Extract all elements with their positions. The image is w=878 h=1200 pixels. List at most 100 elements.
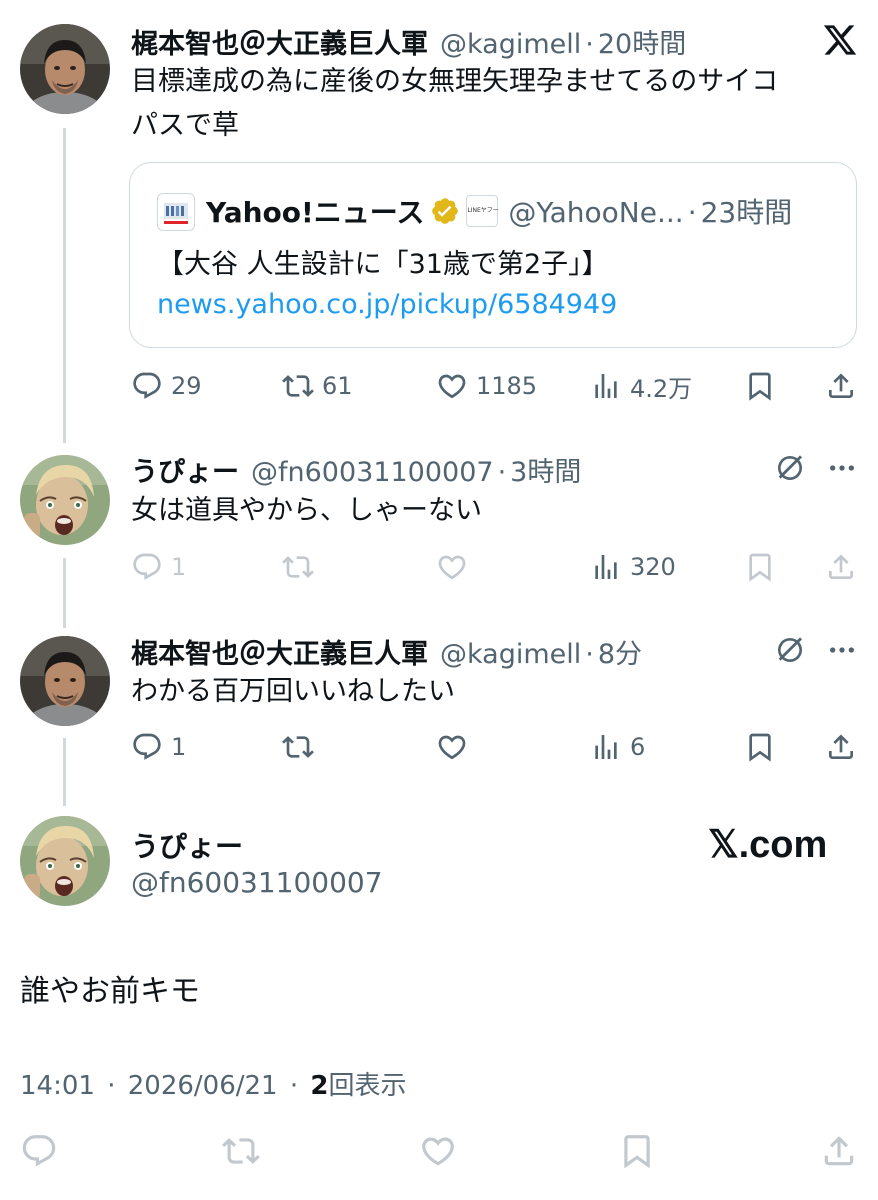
views-count: 2 <box>310 1071 329 1101</box>
tweet-text: わかる百万回いいねしたい <box>131 676 455 707</box>
like-icon <box>436 370 468 402</box>
handle[interactable]: @kagimell <box>440 639 581 670</box>
tweet-text-line: 目標達成の為に産後の女無理矢理孕ませてるのサイコ <box>131 66 779 97</box>
reply-button[interactable]: 1 <box>131 729 186 765</box>
tweet-date[interactable]: 2026/06/21 <box>128 1071 278 1101</box>
thread-line <box>63 738 66 806</box>
reply-button[interactable]: 29 <box>131 368 202 404</box>
share-icon <box>825 731 857 763</box>
reply-count: 29 <box>171 372 202 400</box>
avatar[interactable] <box>20 455 110 545</box>
view-count: 6 <box>630 733 646 761</box>
views-label: 回表示 <box>328 1071 407 1101</box>
retweet-button[interactable] <box>222 1133 260 1169</box>
views-button[interactable]: 6 <box>590 729 645 765</box>
share-button[interactable] <box>820 1133 858 1169</box>
bookmark-button[interactable] <box>744 549 776 585</box>
like-button[interactable] <box>436 549 468 585</box>
like-icon <box>419 1132 457 1170</box>
separator-dot: · <box>289 1071 299 1101</box>
like-icon <box>436 551 468 583</box>
verified-gold-icon <box>430 196 460 226</box>
quote-timestamp: 23時間 <box>700 196 793 229</box>
bookmark-icon <box>744 551 776 583</box>
display-name[interactable]: うぴょー <box>131 450 239 489</box>
like-count: 1185 <box>476 372 538 400</box>
share-icon <box>825 551 857 583</box>
reply-icon <box>131 370 163 402</box>
tweet-header: うぴょー @fn60031100007 · 3時間 <box>131 450 581 489</box>
timestamp[interactable]: 3時間 <box>510 450 581 489</box>
timestamp[interactable]: 8分 <box>598 632 642 671</box>
separator-dot: · <box>497 457 507 488</box>
share-button[interactable] <box>825 549 857 585</box>
reply-count: 1 <box>171 553 187 581</box>
handle[interactable]: @fn60031100007 <box>131 866 383 899</box>
affiliate-badge-text: LINEヤフー <box>467 207 499 214</box>
share-icon <box>825 370 857 402</box>
timestamp[interactable]: 20時間 <box>598 22 686 61</box>
tweet-meta: 14:01 · 2026/06/21 · 2回表示 <box>20 1065 407 1102</box>
reply-count: 1 <box>171 733 187 761</box>
retweet-button[interactable] <box>282 549 314 585</box>
like-button[interactable] <box>436 729 468 765</box>
tweet-text-line: パスで草 <box>131 110 239 141</box>
x-logo-icon[interactable] <box>821 22 859 58</box>
reply-button[interactable]: 1 <box>131 549 186 585</box>
reply-icon <box>20 1132 58 1170</box>
like-button[interactable] <box>419 1133 457 1169</box>
retweet-icon <box>222 1132 260 1170</box>
yahoo-news-avatar <box>157 193 195 231</box>
bookmark-button[interactable] <box>744 729 776 765</box>
views-icon <box>590 551 622 583</box>
bookmark-icon <box>744 370 776 402</box>
tweet-text: 女は道具やから、しゃーない <box>131 495 482 526</box>
thread-line <box>63 128 66 443</box>
quote-header: Yahoo!ニュース LINEヤフー @YahooNe... · 23時間 <box>206 191 792 231</box>
tweet-header: 梶本智也＠大正義巨人軍 @kagimell · 8分 <box>131 632 642 671</box>
share-button[interactable] <box>825 368 857 404</box>
quote-display-name: Yahoo!ニュース <box>206 196 425 229</box>
more-icon[interactable] <box>826 452 858 484</box>
share-button[interactable] <box>825 729 857 765</box>
bookmark-button[interactable] <box>618 1133 656 1169</box>
reply-button[interactable] <box>20 1133 58 1169</box>
views-button[interactable]: 4.2万 <box>590 368 692 404</box>
display-name[interactable]: うぴょー <box>131 825 243 865</box>
tweet-time[interactable]: 14:01 <box>20 1071 95 1101</box>
separator-dot: · <box>107 1071 116 1101</box>
bookmark-icon <box>618 1132 656 1170</box>
grok-icon[interactable] <box>774 452 806 484</box>
bookmark-icon <box>744 731 776 763</box>
share-icon <box>820 1132 858 1170</box>
views-icon <box>590 731 622 763</box>
views-icon <box>590 370 622 402</box>
display-name[interactable]: 梶本智也＠大正義巨人軍 <box>131 22 428 61</box>
display-name[interactable]: 梶本智也＠大正義巨人軍 <box>131 632 428 671</box>
more-icon[interactable] <box>826 634 858 666</box>
avatar[interactable] <box>20 24 110 114</box>
bookmark-button[interactable] <box>744 368 776 404</box>
tweet-header: 梶本智也＠大正義巨人軍 @kagimell · 20時間 <box>131 22 686 61</box>
grok-icon[interactable] <box>774 634 806 666</box>
thread-line <box>63 558 66 628</box>
tweet-text: 目標達成の為に産後の女無理矢理孕ませてるのサイコ パスで草 <box>131 60 861 148</box>
views-button[interactable]: 320 <box>590 549 676 585</box>
view-count: 320 <box>630 553 676 581</box>
view-count: 4.2万 <box>630 374 693 403</box>
handle[interactable]: @fn60031100007 <box>251 457 494 488</box>
x-com-watermark: 𝕏.com <box>708 824 828 866</box>
retweet-button[interactable] <box>282 729 314 765</box>
separator-dot: · <box>687 196 697 229</box>
quote-link[interactable]: news.yahoo.co.jp/pickup/6584949 <box>157 283 617 327</box>
retweet-icon <box>282 731 314 763</box>
quote-tweet-card[interactable]: Yahoo!ニュース LINEヤフー @YahooNe... · 23時間 【大… <box>129 162 857 348</box>
retweet-button[interactable]: 61 <box>282 368 353 404</box>
avatar[interactable] <box>20 816 110 906</box>
handle[interactable]: @kagimell <box>440 29 581 60</box>
avatar[interactable] <box>20 636 110 726</box>
like-button[interactable]: 1185 <box>436 368 537 404</box>
reply-icon <box>131 731 163 763</box>
tweet-text: 誰やお前キモ <box>20 974 200 1009</box>
retweet-icon <box>282 370 314 402</box>
